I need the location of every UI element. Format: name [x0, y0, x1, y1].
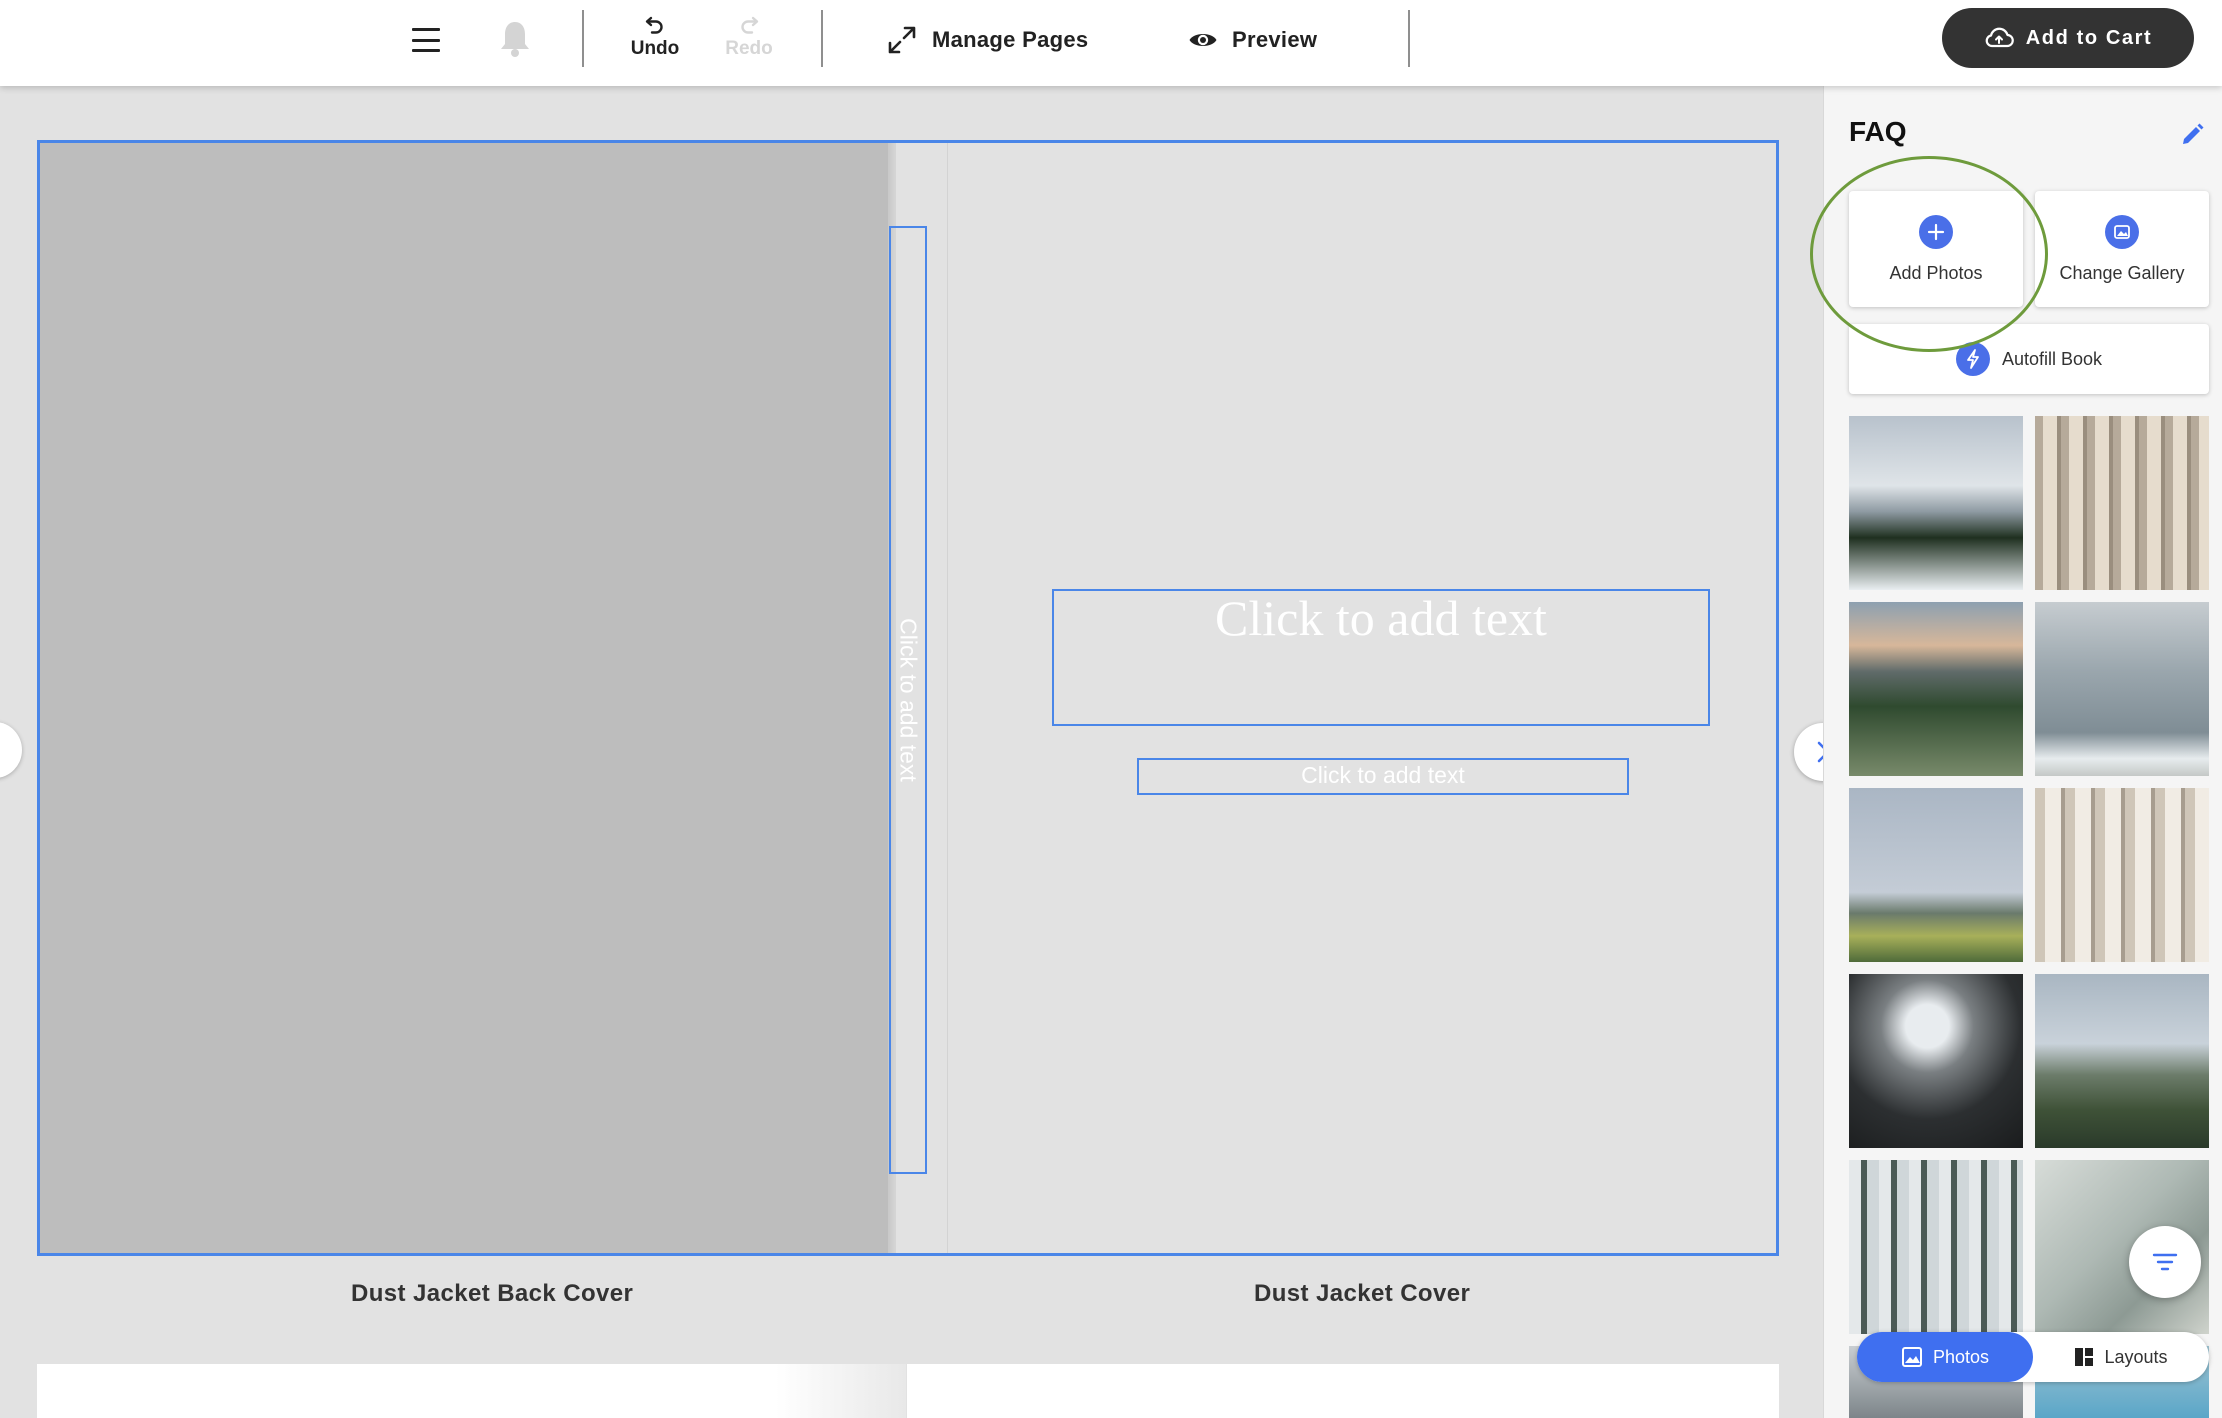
panel-tabs: Photos Layouts [1857, 1332, 2209, 1382]
plus-icon [1919, 214, 1953, 249]
photo-thumbnail[interactable] [1849, 788, 2023, 962]
spine-text-placeholder: Click to add text [895, 618, 922, 782]
change-gallery-button[interactable]: Change Gallery [2035, 191, 2209, 307]
cover-subtitle-placeholder: Click to add text [1301, 762, 1465, 788]
photo-thumbnail[interactable] [1849, 416, 2023, 590]
photo-thumbnail[interactable] [1849, 974, 2023, 1148]
preview-button[interactable]: Preview [1188, 20, 1317, 60]
lightning-bolt-icon [1955, 342, 1990, 376]
autofill-book-button[interactable]: Autofill Book [1849, 324, 2209, 394]
next-spread-right-page[interactable] [907, 1364, 1779, 1418]
toolbar-divider [1408, 10, 1410, 67]
preview-label: Preview [1232, 27, 1318, 52]
next-spread-preview [0, 1364, 1779, 1418]
layout-icon [2075, 1348, 2094, 1366]
cover-subtitle-text-box[interactable]: Click to add text [1137, 758, 1629, 795]
faq-heading[interactable]: FAQ [1849, 116, 1907, 148]
top-toolbar: Undo Redo Manage Pages Preview Add to Ca… [0, 0, 2222, 86]
add-photos-button[interactable]: Add Photos [1849, 191, 2023, 307]
filter-icon [2152, 1253, 2178, 1271]
expand-icon [888, 26, 916, 54]
photo-thumbnail[interactable] [2035, 416, 2209, 590]
pencil-icon[interactable] [2179, 122, 2205, 148]
redo-icon [741, 16, 759, 34]
cover-title-text-box[interactable]: Click to add text [1052, 589, 1710, 726]
autofill-book-label: Autofill Book [2001, 348, 2103, 369]
add-photos-label: Add Photos [1889, 262, 1983, 283]
toolbar-divider [582, 10, 584, 67]
photo-thumbnail[interactable] [2035, 602, 2209, 776]
photo-thumbnail[interactable] [2035, 974, 2209, 1148]
manage-pages-button[interactable]: Manage Pages [886, 20, 1088, 60]
toolbar-divider [821, 10, 823, 67]
undo-button[interactable]: Undo [620, 12, 690, 64]
redo-label: Redo [725, 38, 773, 59]
tab-photos[interactable]: Photos [1857, 1332, 2033, 1382]
image-icon [1901, 1347, 1922, 1367]
add-to-cart-button[interactable]: Add to Cart [1942, 8, 2194, 68]
change-gallery-label: Change Gallery [2059, 262, 2185, 283]
cloud-upload-icon [1985, 27, 2014, 48]
cover-title-placeholder: Click to add text [1215, 590, 1547, 646]
back-cover-area[interactable] [40, 143, 888, 1253]
redo-button[interactable]: Redo [714, 12, 784, 64]
spine-text-box[interactable]: Click to add text [889, 226, 927, 1174]
gallery-icon [2105, 214, 2139, 249]
tab-photos-label: Photos [1932, 1346, 1990, 1367]
eye-icon [1189, 34, 1217, 46]
photo-thumbnail[interactable] [1849, 602, 2023, 776]
tab-layouts-label: Layouts [2104, 1346, 2168, 1367]
next-spread-left-page[interactable] [37, 1364, 906, 1418]
previous-spread-button[interactable] [0, 722, 22, 778]
tab-layouts[interactable]: Layouts [2033, 1332, 2209, 1382]
hamburger-menu-icon[interactable] [410, 24, 442, 56]
filter-button[interactable] [2129, 1226, 2201, 1298]
manage-pages-label: Manage Pages [932, 27, 1089, 52]
photo-thumbnail[interactable] [1849, 1160, 2023, 1334]
undo-label: Undo [630, 38, 680, 59]
back-cover-label: Dust Jacket Back Cover [351, 1280, 634, 1307]
front-cover-label: Dust Jacket Cover [1254, 1280, 1471, 1307]
photos-panel: FAQ Add Photos Change Gallery Autofill B… [1810, 86, 2222, 1418]
undo-icon [645, 16, 663, 34]
bell-icon[interactable] [498, 18, 532, 58]
dust-jacket-spread[interactable]: Click to add text Click to add text Clic… [37, 140, 1779, 1256]
photo-thumbnail[interactable] [2035, 788, 2209, 962]
add-to-cart-label: Add to Cart [2025, 26, 2153, 49]
